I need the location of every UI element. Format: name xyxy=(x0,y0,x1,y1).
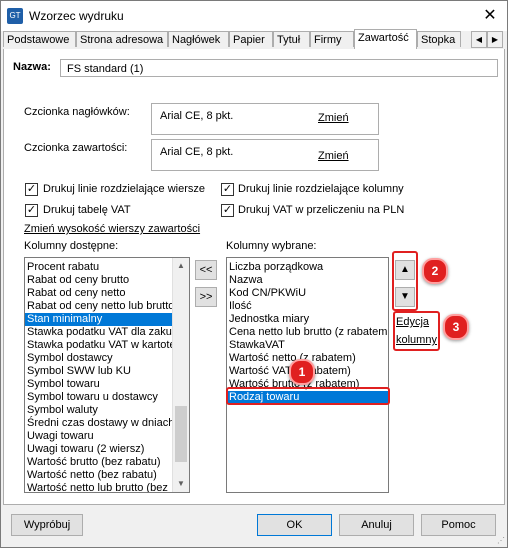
window-title: Wzorzec wydruku xyxy=(29,9,124,23)
list-item[interactable]: StawkaVAT xyxy=(227,339,388,352)
column-lines-label: Drukuj linie rozdzielające kolumny xyxy=(238,183,404,195)
list-item[interactable]: Wartość netto lub brutto (bez xyxy=(25,482,189,492)
list-item[interactable]: Uwagi towaru (2 wiersz) xyxy=(25,443,189,456)
vat-table-label: Drukuj tabelę VAT xyxy=(43,204,131,216)
vat-table-checkbox[interactable]: ✓ xyxy=(25,204,38,217)
available-columns-label: Kolumny dostępne: xyxy=(24,240,119,252)
content-font-change-link[interactable]: Zmień xyxy=(318,150,349,162)
edit-columns-link-2[interactable]: kolumny xyxy=(396,334,437,346)
row-height-link[interactable]: Zmień wysokość wierszy zawartości xyxy=(24,223,200,235)
list-item[interactable]: Symbol towaru xyxy=(25,378,189,391)
tab-firmy[interactable]: Firmy xyxy=(310,31,354,47)
tab-tytul[interactable]: Tytuł xyxy=(273,31,310,47)
header-font-change-link[interactable]: Zmień xyxy=(318,112,349,124)
footer-bar: Wypróbuj OK Anuluj Pomoc ⋰ xyxy=(1,505,507,547)
resize-grip-icon[interactable]: ⋰ xyxy=(497,536,505,545)
scroll-up-icon[interactable]: ▲ xyxy=(173,258,189,274)
callout-highlight-1 xyxy=(226,387,390,405)
list-item[interactable]: Wartość brutto (bez rabatu) xyxy=(25,456,189,469)
header-font-box: Arial CE, 8 pkt. Zmień xyxy=(151,103,379,135)
list-item[interactable]: Stawka podatku VAT w kartotece xyxy=(25,339,189,352)
available-columns-list[interactable]: Procent rabatu Rabat od ceny brutto Raba… xyxy=(24,257,190,493)
tab-naglowek[interactable]: Nagłówek xyxy=(168,31,229,47)
list-item[interactable]: Symbol towaru u dostawcy xyxy=(25,391,189,404)
column-lines-checkbox[interactable]: ✓ xyxy=(221,183,234,196)
list-item[interactable]: Rabat od ceny brutto xyxy=(25,274,189,287)
name-input[interactable]: FS standard (1) xyxy=(60,59,498,77)
list-item[interactable]: Średni czas dostawy w dniach xyxy=(25,417,189,430)
list-item[interactable]: Stawka podatku VAT dla zakupu xyxy=(25,326,189,339)
list-item[interactable]: Wartość netto (bez rabatu) xyxy=(25,469,189,482)
remove-column-button[interactable]: >> xyxy=(195,287,217,307)
add-column-button[interactable]: << xyxy=(195,260,217,280)
row-lines-label: Drukuj linie rozdzielające wiersze xyxy=(43,183,206,195)
list-item[interactable]: Nazwa xyxy=(227,274,388,287)
name-label: Nazwa: xyxy=(13,61,51,73)
edit-columns-link[interactable]: Edycja xyxy=(396,316,429,328)
list-item[interactable]: Symbol dostawcy xyxy=(25,352,189,365)
tab-content-panel: Nazwa: FS standard (1) Czcionka nagłówkó… xyxy=(3,49,505,505)
tab-stopka[interactable]: Stopka xyxy=(417,31,461,47)
app-icon: GT xyxy=(7,8,23,24)
ok-button[interactable]: OK xyxy=(257,514,332,536)
help-button[interactable]: Pomoc xyxy=(421,514,496,536)
preview-button[interactable]: Wypróbuj xyxy=(11,514,83,536)
list-item[interactable]: Ilość xyxy=(227,300,388,313)
available-list-scrollbar[interactable]: ▲ ▼ xyxy=(172,258,189,492)
content-font-label: Czcionka zawartości: xyxy=(24,142,128,154)
row-lines-checkbox[interactable]: ✓ xyxy=(25,183,38,196)
list-item[interactable]: Symbol SWW lub KU xyxy=(25,365,189,378)
callout-badge-2: 2 xyxy=(422,258,448,284)
selected-columns-label: Kolumny wybrane: xyxy=(226,240,317,252)
list-item[interactable]: Symbol waluty xyxy=(25,404,189,417)
cancel-button[interactable]: Anuluj xyxy=(339,514,414,536)
vat-pln-checkbox[interactable]: ✓ xyxy=(221,204,234,217)
tab-scroll-right-icon[interactable]: ▶ xyxy=(487,31,503,48)
list-item-selected[interactable]: Stan minimalny xyxy=(25,313,189,326)
close-icon[interactable]: ✕ xyxy=(473,1,507,31)
scroll-down-icon[interactable]: ▼ xyxy=(173,476,189,492)
list-item[interactable]: Cena netto lub brutto (z rabatem xyxy=(227,326,388,339)
dialog-window: GT Wzorzec wydruku ✕ Podstawowe Strona a… xyxy=(0,0,508,548)
move-up-button[interactable]: ▲ xyxy=(395,260,415,280)
tab-strip: Podstawowe Strona adresowa Nagłówek Papi… xyxy=(3,29,505,50)
callout-badge-1: 1 xyxy=(289,359,315,385)
list-item[interactable]: Rabat od ceny netto lub brutto xyxy=(25,300,189,313)
tab-papier[interactable]: Papier xyxy=(229,31,273,47)
tab-zawartosc[interactable]: Zawartość xyxy=(354,29,417,49)
header-font-value: Arial CE, 8 pkt. xyxy=(160,110,234,122)
move-down-button[interactable]: ▼ xyxy=(395,287,415,307)
list-item[interactable]: Jednostka miary xyxy=(227,313,388,326)
callout-badge-3: 3 xyxy=(443,314,469,340)
list-item[interactable]: Procent rabatu xyxy=(25,261,189,274)
tab-strona-adresowa[interactable]: Strona adresowa xyxy=(76,31,168,47)
scroll-thumb[interactable] xyxy=(175,406,187,462)
list-item[interactable]: Uwagi towaru xyxy=(25,430,189,443)
header-font-label: Czcionka nagłówków: xyxy=(24,106,130,118)
content-font-box: Arial CE, 8 pkt. Zmień xyxy=(151,139,379,171)
list-item[interactable]: Kod CN/PKWiU xyxy=(227,287,388,300)
content-font-value: Arial CE, 8 pkt. xyxy=(160,146,234,158)
list-item[interactable]: Rabat od ceny netto xyxy=(25,287,189,300)
title-bar: GT Wzorzec wydruku ✕ xyxy=(1,1,507,31)
list-item[interactable]: Liczba porządkowa xyxy=(227,261,388,274)
vat-pln-label: Drukuj VAT w przeliczeniu na PLN xyxy=(238,204,405,216)
tab-scroll-left-icon[interactable]: ◀ xyxy=(471,31,487,48)
tab-podstawowe[interactable]: Podstawowe xyxy=(3,31,76,47)
